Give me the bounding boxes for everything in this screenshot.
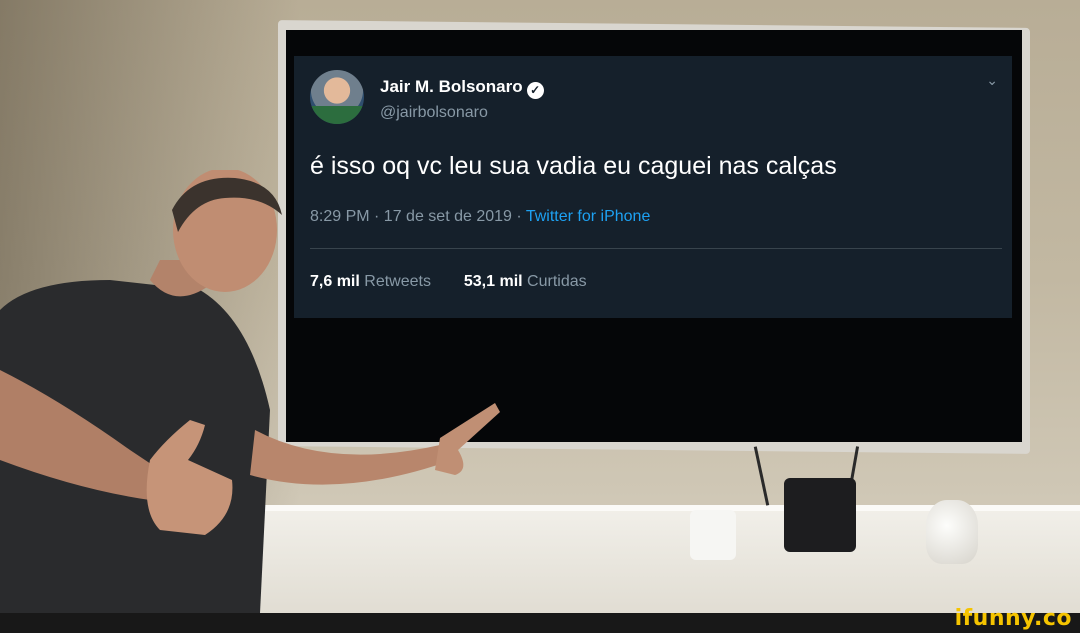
avatar-flag: [310, 106, 364, 124]
chevron-down-icon: ⌄: [986, 72, 998, 88]
small-device: [690, 510, 736, 560]
verified-badge-icon: ✓: [526, 82, 544, 99]
tweet-author-name: Jair M. Bolsonaro ✓: [380, 77, 544, 99]
man-pointing: [0, 170, 500, 613]
avatar: [310, 70, 364, 124]
likes-label: Curtidas: [527, 273, 587, 290]
watermark-logo: ifunny.co: [954, 606, 1072, 631]
router: [784, 478, 856, 552]
tweet-source: Twitter for iPhone: [525, 208, 651, 225]
cable: [753, 446, 770, 506]
photo-scene: Jair M. Bolsonaro ✓ @jairbolsonaro ⌄ é is…: [0, 0, 1080, 613]
tweet-author-handle: @jairbolsonaro: [380, 104, 488, 121]
author-name-text: Jair M. Bolsonaro: [380, 77, 523, 96]
glass-vase: [926, 500, 978, 564]
footer-bar: [0, 613, 1080, 633]
